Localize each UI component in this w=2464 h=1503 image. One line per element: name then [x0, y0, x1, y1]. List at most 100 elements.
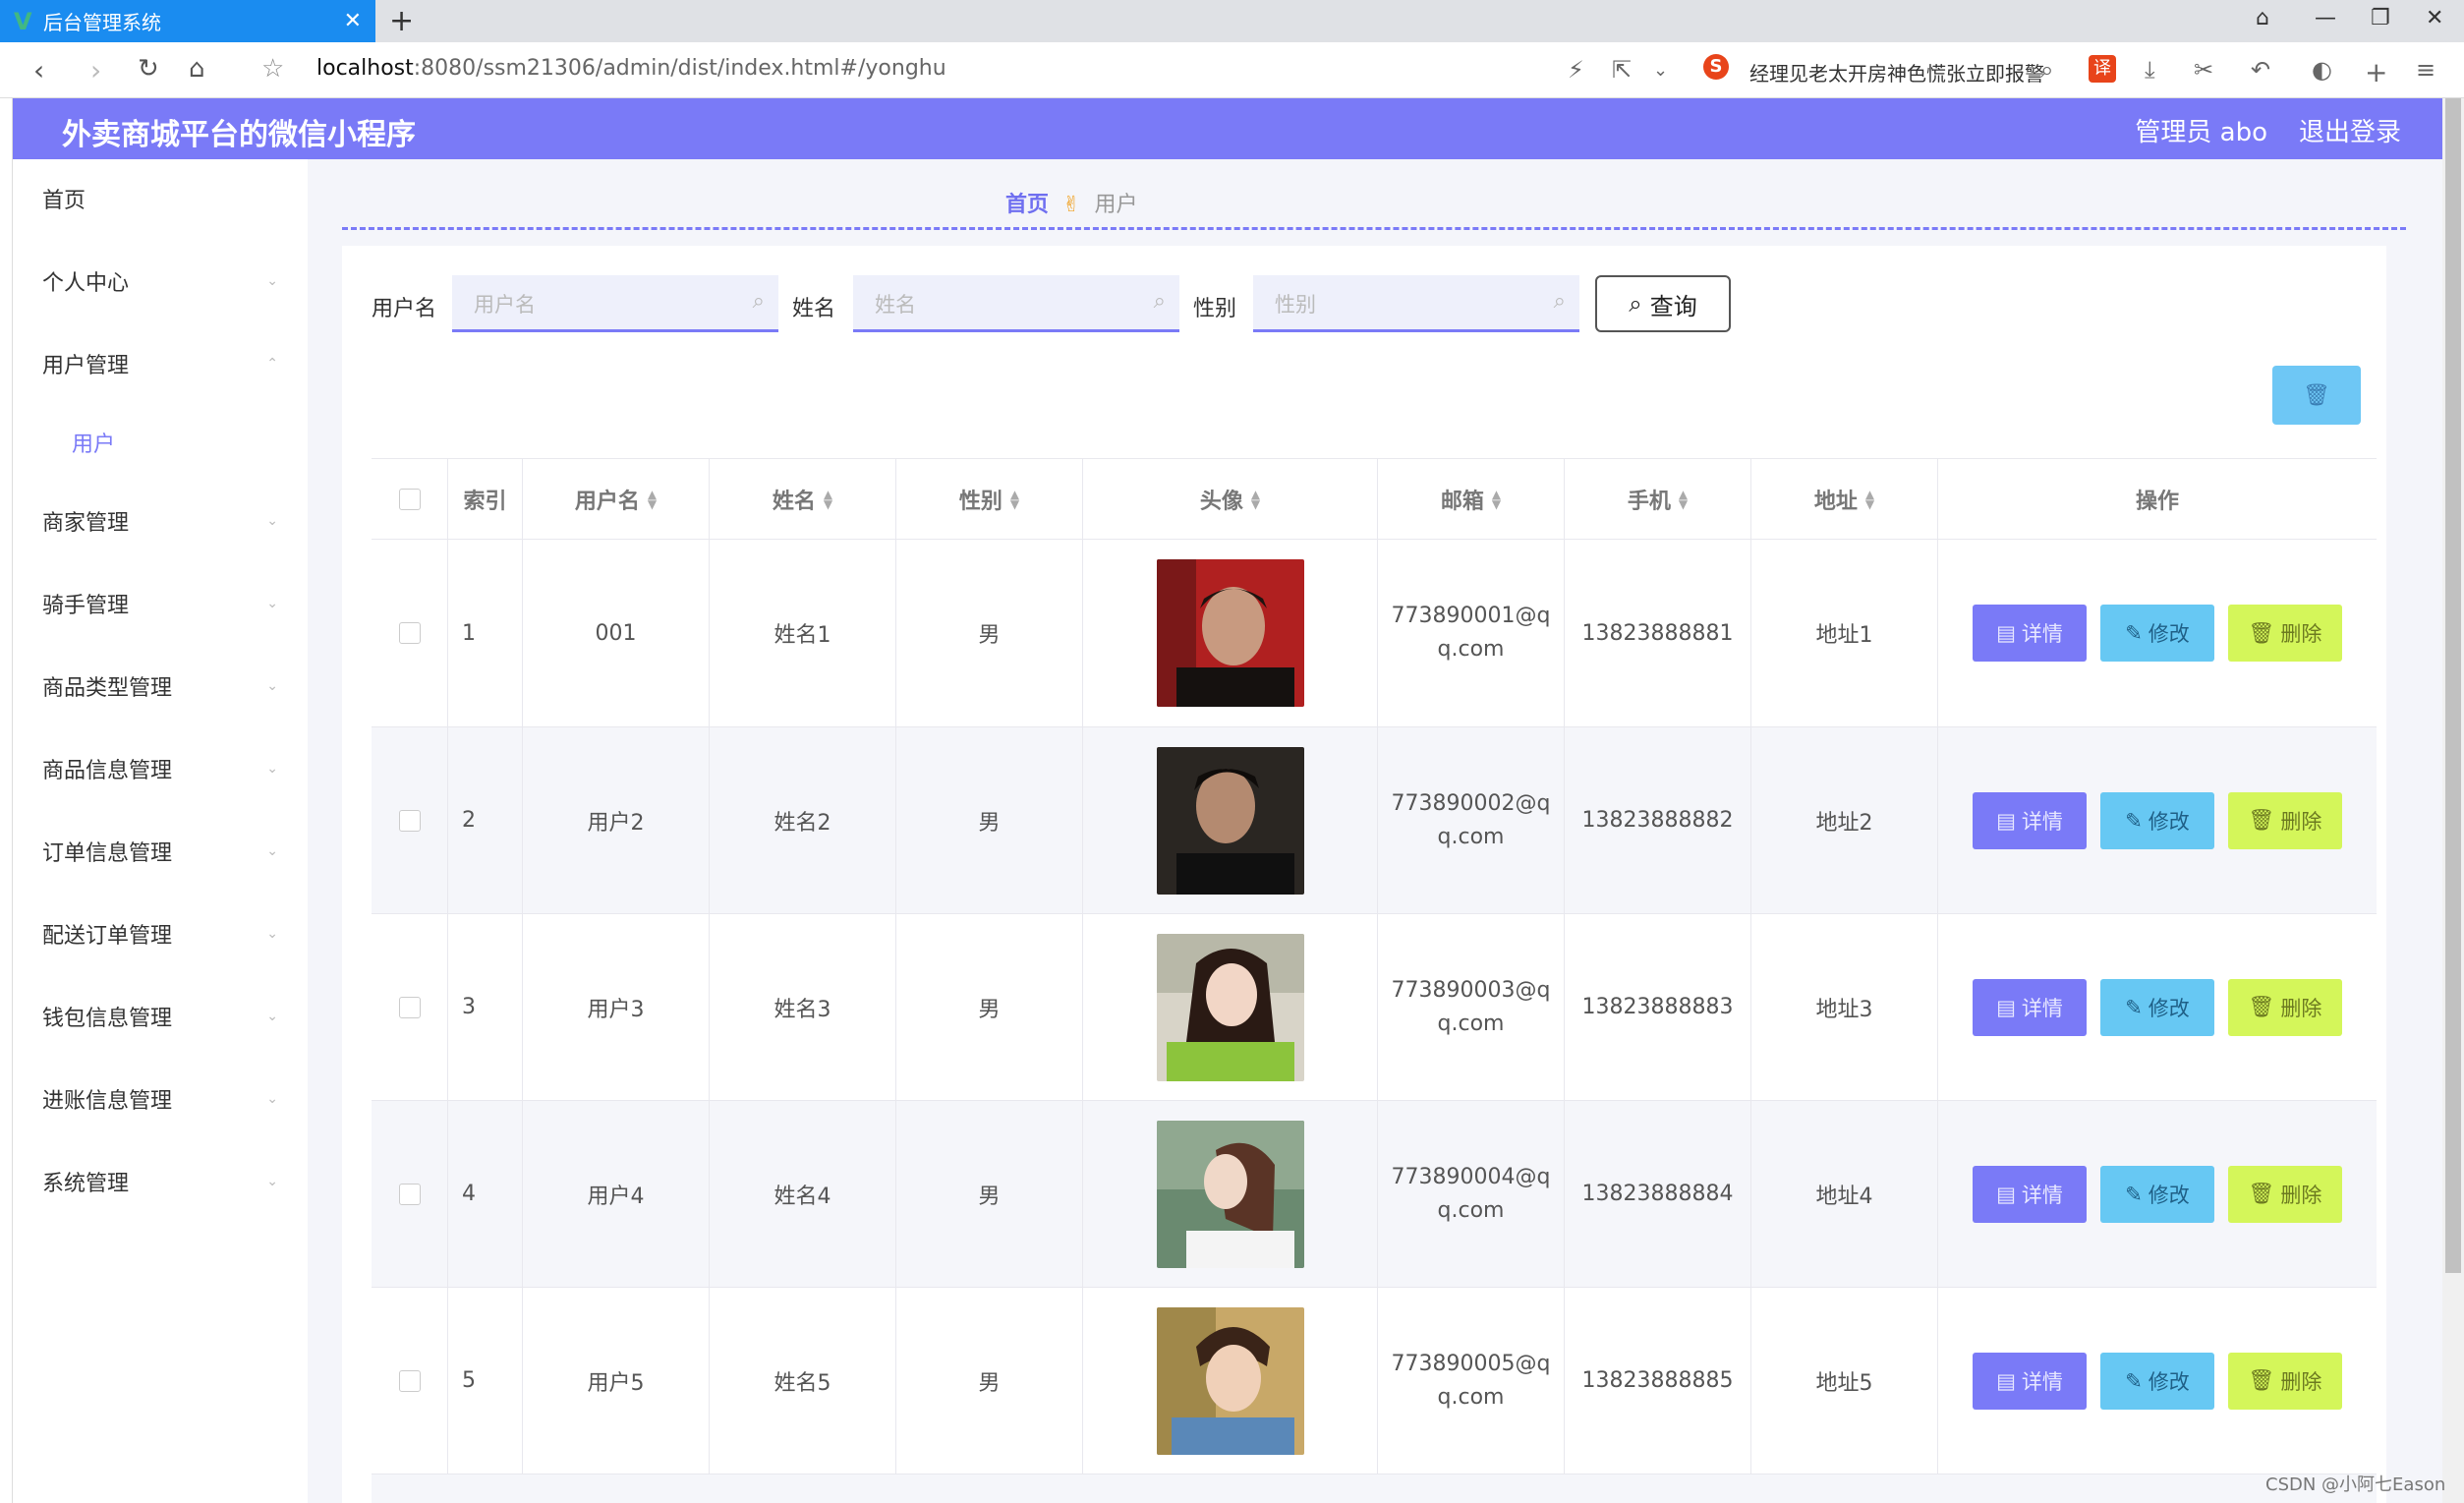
reload-icon[interactable]: ↻	[138, 54, 159, 84]
sidebar-item-order[interactable]: 订单信息管理 ⌄	[13, 812, 308, 891]
trash-icon: 🗑	[2248, 620, 2275, 645]
undo-icon[interactable]: ↶	[2251, 56, 2270, 84]
sidebar-item-income[interactable]: 进账信息管理 ⌄	[13, 1060, 308, 1138]
delete-button[interactable]: 🗑 删除	[2228, 978, 2342, 1036]
table-row: 4 用户4 姓名4 男 773890004@q q.com 13823888884…	[372, 1101, 2377, 1288]
restore-icon[interactable]: ❐	[2371, 6, 2390, 30]
edit-button[interactable]: ✎ 修改	[2100, 791, 2214, 849]
night-mode-icon[interactable]: ◐	[2312, 56, 2332, 84]
new-tab-button[interactable]: +	[389, 4, 414, 38]
email-line: q.com	[1437, 637, 1505, 662]
row-checkbox[interactable]	[398, 809, 421, 832]
detail-button[interactable]: ▤ 详情	[1973, 978, 2087, 1036]
url-input[interactable]: localhost:8080/ssm21306/admin/dist/index…	[316, 56, 946, 81]
chevron-down-icon: ⌄	[266, 1009, 278, 1024]
delete-button[interactable]: 🗑 删除	[2228, 1165, 2342, 1223]
share-icon[interactable]: ⇱	[1612, 56, 1632, 84]
header-avatar[interactable]: 头像 ▲ ▼	[1083, 459, 1378, 539]
sidebar-item-wallet[interactable]: 钱包信息管理 ⌄	[13, 977, 308, 1056]
edit-button[interactable]: ✎ 修改	[2100, 1165, 2214, 1223]
dropdown-chevron-icon[interactable]: ⌄	[1653, 60, 1668, 81]
detail-label: 详情	[2021, 809, 2063, 834]
sort-icon[interactable]: ▲ ▼	[1492, 489, 1501, 510]
sort-icon[interactable]: ▲ ▼	[1251, 489, 1260, 510]
edit-button[interactable]: ✎ 修改	[2100, 1352, 2214, 1410]
table-row: 5 用户5 姓名5 男 773890005@q q.com 13823888885…	[372, 1288, 2377, 1474]
sidebar-item-user-management[interactable]: 用户管理 ⌃	[13, 324, 308, 403]
scrollbar-thumb[interactable]	[2445, 98, 2461, 1273]
edit-button[interactable]: ✎ 修改	[2100, 978, 2214, 1036]
header-username[interactable]: 用户名 ▲ ▼	[523, 459, 710, 539]
sort-icon[interactable]: ▲ ▼	[648, 489, 657, 510]
gender-search-input[interactable]: 性别 ⌕	[1253, 275, 1579, 332]
back-icon[interactable]: ‹	[33, 54, 44, 87]
sidebar-item-system[interactable]: 系统管理 ⌄	[13, 1142, 308, 1221]
row-checkbox[interactable]	[398, 1369, 421, 1392]
header-name[interactable]: 姓名 ▲ ▼	[710, 459, 896, 539]
lightning-icon[interactable]: ⚡	[1568, 56, 1584, 84]
sidebar-item-home[interactable]: 首页	[13, 159, 308, 238]
close-window-icon[interactable]: ✕	[2426, 6, 2443, 30]
sidebar-item-merchant[interactable]: 商家管理 ⌄	[13, 482, 308, 560]
delete-button[interactable]: 🗑 删除	[2228, 1352, 2342, 1410]
row-checkbox[interactable]	[398, 622, 421, 644]
search-suggestion[interactable]: 经理见老太开房神色慌张立即报警	[1749, 58, 2044, 87]
browser-tab[interactable]: V 后台管理系统 ✕	[0, 0, 375, 42]
query-button[interactable]: ⌕ 查询	[1595, 275, 1731, 332]
name-search-input[interactable]: 姓名 ⌕	[853, 275, 1179, 332]
username-search-input[interactable]: 用户名 ⌕	[452, 275, 778, 332]
tab-close-icon[interactable]: ✕	[344, 9, 362, 33]
search-icon: ⌕	[1153, 289, 1166, 314]
cell-name: 姓名3	[710, 914, 896, 1100]
detail-button[interactable]: ▤ 详情	[1973, 1165, 2087, 1223]
cell-address: 地址5	[1751, 1288, 1938, 1474]
cell-avatar	[1083, 1288, 1378, 1474]
sort-icon[interactable]: ▲ ▼	[824, 489, 832, 510]
cell-actions: ▤ 详情 ✎ 修改 🗑 删除	[1938, 914, 2377, 1100]
logout-link[interactable]: 退出登录	[2299, 112, 2401, 148]
sidebar-item-user[interactable]: 用户	[13, 403, 308, 482]
row-checkbox[interactable]	[398, 1183, 421, 1205]
sidebar-item-label: 商家管理	[42, 511, 130, 536]
translate-icon[interactable]: 译	[2089, 55, 2116, 83]
scissors-icon[interactable]: ✂	[2194, 56, 2213, 84]
sidebar-item-rider[interactable]: 骑手管理 ⌄	[13, 564, 308, 643]
delete-button[interactable]: 🗑 删除	[2228, 791, 2342, 849]
sidebar-item-label: 配送订单管理	[42, 924, 173, 949]
sort-icon[interactable]: ▲ ▼	[1679, 489, 1688, 510]
avatar	[1156, 1120, 1304, 1268]
forward-icon[interactable]: ›	[90, 54, 101, 87]
email-line: 773890001@q	[1391, 604, 1551, 628]
bookmark-star-icon[interactable]: ☆	[261, 54, 284, 84]
edit-button[interactable]: ✎ 修改	[2100, 605, 2214, 662]
header-gender[interactable]: 性别 ▲ ▼	[896, 459, 1083, 539]
header-phone[interactable]: 手机 ▲ ▼	[1565, 459, 1751, 539]
row-checkbox[interactable]	[398, 996, 421, 1018]
sort-icon[interactable]: ▲ ▼	[1865, 489, 1874, 510]
document-icon: ▤	[1996, 1182, 2016, 1206]
detail-button[interactable]: ▤ 详情	[1973, 791, 2087, 849]
detail-button[interactable]: ▤ 详情	[1973, 605, 2087, 662]
header-email[interactable]: 邮箱 ▲ ▼	[1378, 459, 1565, 539]
sidebar-item-product-type[interactable]: 商品类型管理 ⌄	[13, 647, 308, 725]
email-line: q.com	[1437, 1011, 1505, 1036]
select-all-checkbox[interactable]	[398, 488, 421, 510]
menu-icon[interactable]: ≡	[2416, 56, 2435, 84]
delete-button[interactable]: 🗑 删除	[2228, 605, 2342, 662]
sidebar-item-delivery[interactable]: 配送订单管理 ⌄	[13, 895, 308, 973]
sogou-search-icon[interactable]: S	[1703, 54, 1729, 80]
detail-button[interactable]: ▤ 详情	[1973, 1352, 2087, 1410]
header-address[interactable]: 地址 ▲ ▼	[1751, 459, 1938, 539]
home-icon[interactable]: ⌂	[189, 54, 205, 84]
download-icon[interactable]: ⤓	[2145, 56, 2155, 84]
search-icon[interactable]: ⌕	[2040, 56, 2053, 84]
sidebar-item-product-info[interactable]: 商品信息管理 ⌄	[13, 729, 308, 808]
avatar	[1156, 559, 1304, 707]
shirt-icon[interactable]: ⌂	[2256, 6, 2269, 30]
add-icon[interactable]: +	[2365, 56, 2387, 88]
sidebar-item-profile[interactable]: 个人中心 ⌄	[13, 242, 308, 320]
minimize-icon[interactable]: —	[2315, 6, 2336, 30]
sort-icon[interactable]: ▲ ▼	[1010, 489, 1019, 510]
breadcrumb-home[interactable]: 首页	[1005, 193, 1049, 217]
batch-delete-button[interactable]: 🗑	[2272, 366, 2361, 425]
